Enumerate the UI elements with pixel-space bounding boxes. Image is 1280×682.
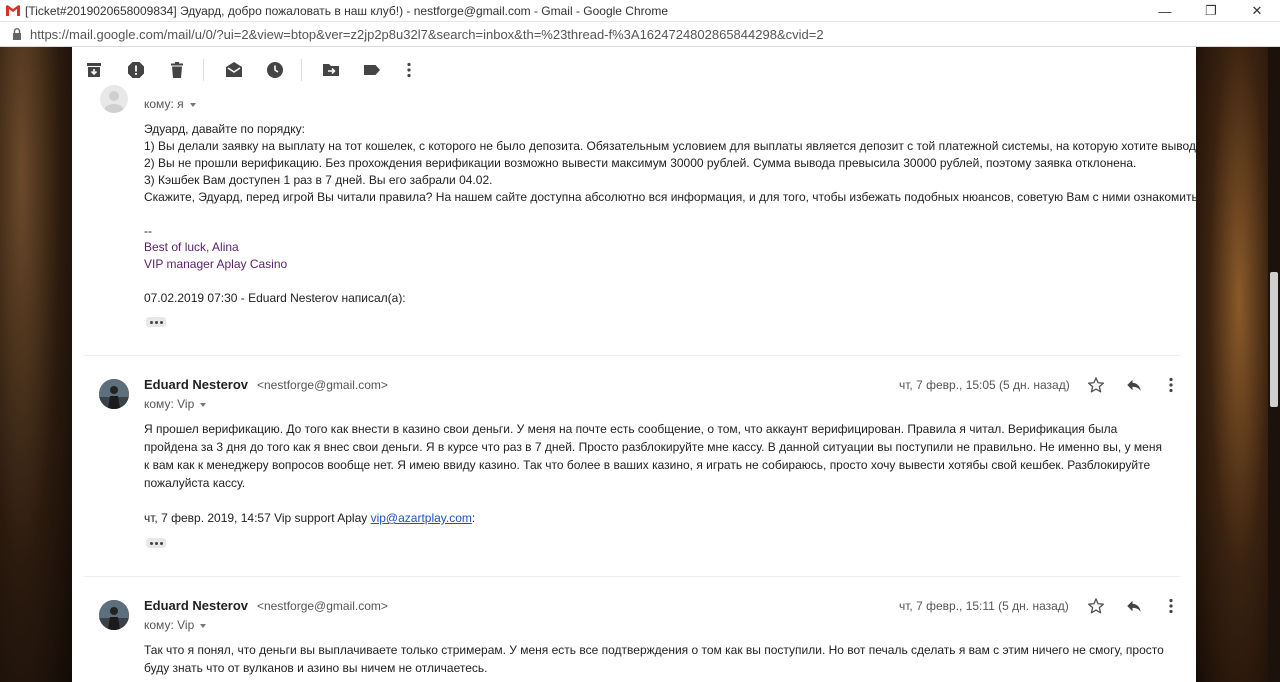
minimize-button[interactable]: — <box>1142 0 1188 22</box>
chevron-down-icon <box>200 402 207 407</box>
message-date: чт, 7 февр., 15:11 (5 дн. назад) <box>899 599 1069 613</box>
message-body-line: 1) Вы делали заявку на выплату на тот ко… <box>144 139 1196 153</box>
toolbar-separator <box>301 59 302 81</box>
quote-header: чт, 7 февр. 2019, 14:57 Vip support Apla… <box>144 510 475 527</box>
show-trimmed-content-button[interactable] <box>146 317 166 327</box>
message-toolbar <box>72 47 1196 92</box>
signature-dash: -- <box>144 224 152 238</box>
recipient-label: кому: Vip <box>144 397 195 411</box>
archive-icon[interactable] <box>84 60 104 80</box>
reply-icon[interactable] <box>1124 375 1144 395</box>
background-wallpaper-left <box>0 47 72 682</box>
sender-name[interactable]: Eduard Nesterov <box>144 377 248 392</box>
mail-panel: кому: я Эдуард, давайте по порядку: 1) В… <box>72 47 1196 682</box>
message-body-line: Так что я понял, что деньги вы выплачива… <box>144 643 1164 657</box>
recipient-label: кому: я <box>144 97 184 111</box>
avatar[interactable] <box>99 600 129 630</box>
show-trimmed-content-button[interactable] <box>146 538 166 548</box>
message-body-line: 2) Вы не прошли верификацию. Без прохожд… <box>144 156 1137 170</box>
star-icon[interactable] <box>1086 596 1106 616</box>
sender-email: <nestforge@gmail.com> <box>257 599 388 613</box>
recipient-dropdown[interactable]: кому: Vip <box>144 618 207 632</box>
recipient-label: кому: Vip <box>144 618 195 632</box>
url-text[interactable]: https://mail.google.com/mail/u/0/?ui=2&v… <box>30 27 824 42</box>
address-bar[interactable]: https://mail.google.com/mail/u/0/?ui=2&v… <box>0 22 1280 47</box>
message-body-line: Я прошел верификацию. До того как внести… <box>144 422 1118 436</box>
message-body-line: 3) Кэшбек Вам доступен 1 раз в 7 дней. В… <box>144 173 493 187</box>
avatar <box>100 85 128 113</box>
star-icon[interactable] <box>1086 375 1106 395</box>
close-button[interactable]: ✕ <box>1234 0 1280 22</box>
more-icon[interactable] <box>1161 375 1181 395</box>
quote-email-link[interactable]: vip@azartplay.com <box>371 511 472 525</box>
message-body-line: Эдуард, давайте по порядку: <box>144 122 305 136</box>
mark-unread-icon[interactable] <box>224 60 244 80</box>
chevron-down-icon <box>189 102 196 107</box>
snooze-icon[interactable] <box>265 60 285 80</box>
scrollbar[interactable] <box>1268 47 1280 682</box>
sender-name[interactable]: Eduard Nesterov <box>144 598 248 613</box>
message-body-line: пожалуйста кассу. <box>144 476 246 490</box>
message-date: чт, 7 февр., 15:05 (5 дн. назад) <box>899 378 1070 392</box>
delete-icon[interactable] <box>167 60 187 80</box>
recipient-dropdown[interactable]: кому: Vip <box>144 397 207 411</box>
message-body-line: пройдена за 3 дня до того как я внес сво… <box>144 440 1162 454</box>
avatar[interactable] <box>99 379 129 409</box>
toolbar-separator <box>203 59 204 81</box>
recipient-dropdown[interactable]: кому: я <box>144 97 196 111</box>
report-spam-icon[interactable] <box>126 60 146 80</box>
quote-suffix: : <box>471 511 476 525</box>
quote-prefix: чт, 7 февр. 2019, 14:57 Vip support Apla… <box>144 511 371 525</box>
message-divider <box>84 576 1180 577</box>
maximize-button[interactable]: ❐ <box>1188 0 1234 22</box>
gmail-logo-icon <box>6 5 20 16</box>
reply-icon[interactable] <box>1124 596 1144 616</box>
scrollbar-thumb[interactable] <box>1270 272 1278 407</box>
move-to-icon[interactable] <box>321 60 341 80</box>
more-icon[interactable] <box>1161 596 1181 616</box>
message-body-line: Скажите, Эдуард, перед игрой Вы читали п… <box>144 190 1196 204</box>
label-icon[interactable] <box>362 60 382 80</box>
sender-email: <nestforge@gmail.com> <box>257 378 388 392</box>
quote-header: 07.02.2019 07:30 - Eduard Nesterov напис… <box>144 291 406 305</box>
message-divider <box>84 355 1180 356</box>
more-icon[interactable] <box>399 60 419 80</box>
signature-title: VIP manager Aplay Casino <box>144 257 288 271</box>
signature-name: Best of luck, Alina <box>144 240 239 254</box>
lock-icon <box>13 28 21 40</box>
message-body-line: к вам как к менеджеру вопросов вообще не… <box>144 458 1151 472</box>
window-title: [Ticket#2019020658009834] Эдуард, добро … <box>25 3 668 18</box>
window-titlebar: [Ticket#2019020658009834] Эдуард, добро … <box>0 0 1280 22</box>
message-body-line: буду знать что от вулканов и азино вы ни… <box>144 661 488 675</box>
window-controls: — ❐ ✕ <box>1142 0 1280 22</box>
chevron-down-icon <box>200 623 207 628</box>
background-wallpaper-right <box>1196 47 1268 682</box>
